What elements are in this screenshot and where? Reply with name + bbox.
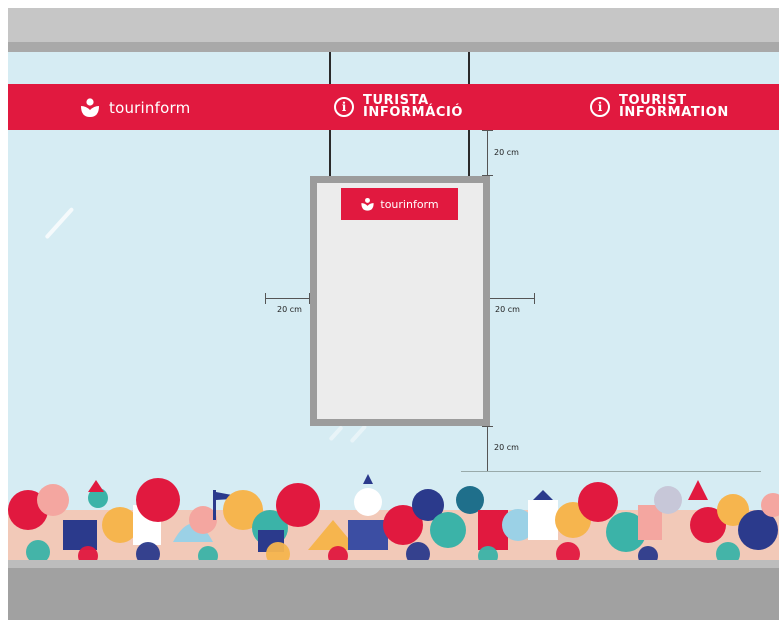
dimension-line-top	[487, 130, 488, 176]
banner-brand: tourinform	[79, 97, 190, 119]
banner-info-en: i TOURIST INFORMATION	[590, 94, 729, 120]
dimension-label-right: 20 cm	[495, 305, 520, 314]
decorative-illustration-strip	[8, 474, 779, 562]
hanging-panel: tourinform	[310, 176, 490, 426]
dimension-tick	[482, 130, 493, 131]
bottom-beam-edge	[8, 560, 779, 568]
storefront-window: tourinform i TURISTA INFORMÁCIÓ i TOURIS…	[8, 8, 779, 620]
dimension-tick	[482, 175, 493, 176]
dimension-label-bottom: 20 cm	[494, 443, 519, 452]
top-banner: tourinform i TURISTA INFORMÁCIÓ i TOURIS…	[8, 84, 779, 130]
dimension-line-bottom	[487, 426, 488, 472]
tourinform-logo-icon	[361, 197, 375, 211]
panel-surface: tourinform	[317, 183, 483, 419]
dimension-label-top: 20 cm	[494, 148, 519, 157]
panel-logo-label: tourinform	[380, 197, 439, 211]
info-icon: i	[590, 97, 610, 117]
dimension-tick	[265, 293, 266, 304]
tourinform-logo-icon	[81, 98, 99, 117]
banner-brand-label: tourinform	[109, 99, 191, 117]
dimension-tick	[482, 426, 493, 427]
dimension-tick	[309, 293, 310, 304]
banner-info-hu: i TURISTA INFORMÁCIÓ	[334, 94, 464, 120]
info-en-line2: INFORMATION	[619, 105, 729, 120]
dimension-line-right	[490, 298, 535, 299]
dimension-tick	[534, 293, 535, 304]
dimension-line-left	[265, 298, 310, 299]
panel-logo: tourinform	[341, 188, 458, 220]
top-beam-shadow	[8, 42, 779, 52]
info-hu-line2: INFORMÁCIÓ	[363, 105, 464, 120]
top-beam	[8, 8, 779, 42]
dimension-label-left: 20 cm	[277, 305, 302, 314]
info-icon: i	[334, 97, 354, 117]
bottom-beam	[8, 560, 779, 620]
